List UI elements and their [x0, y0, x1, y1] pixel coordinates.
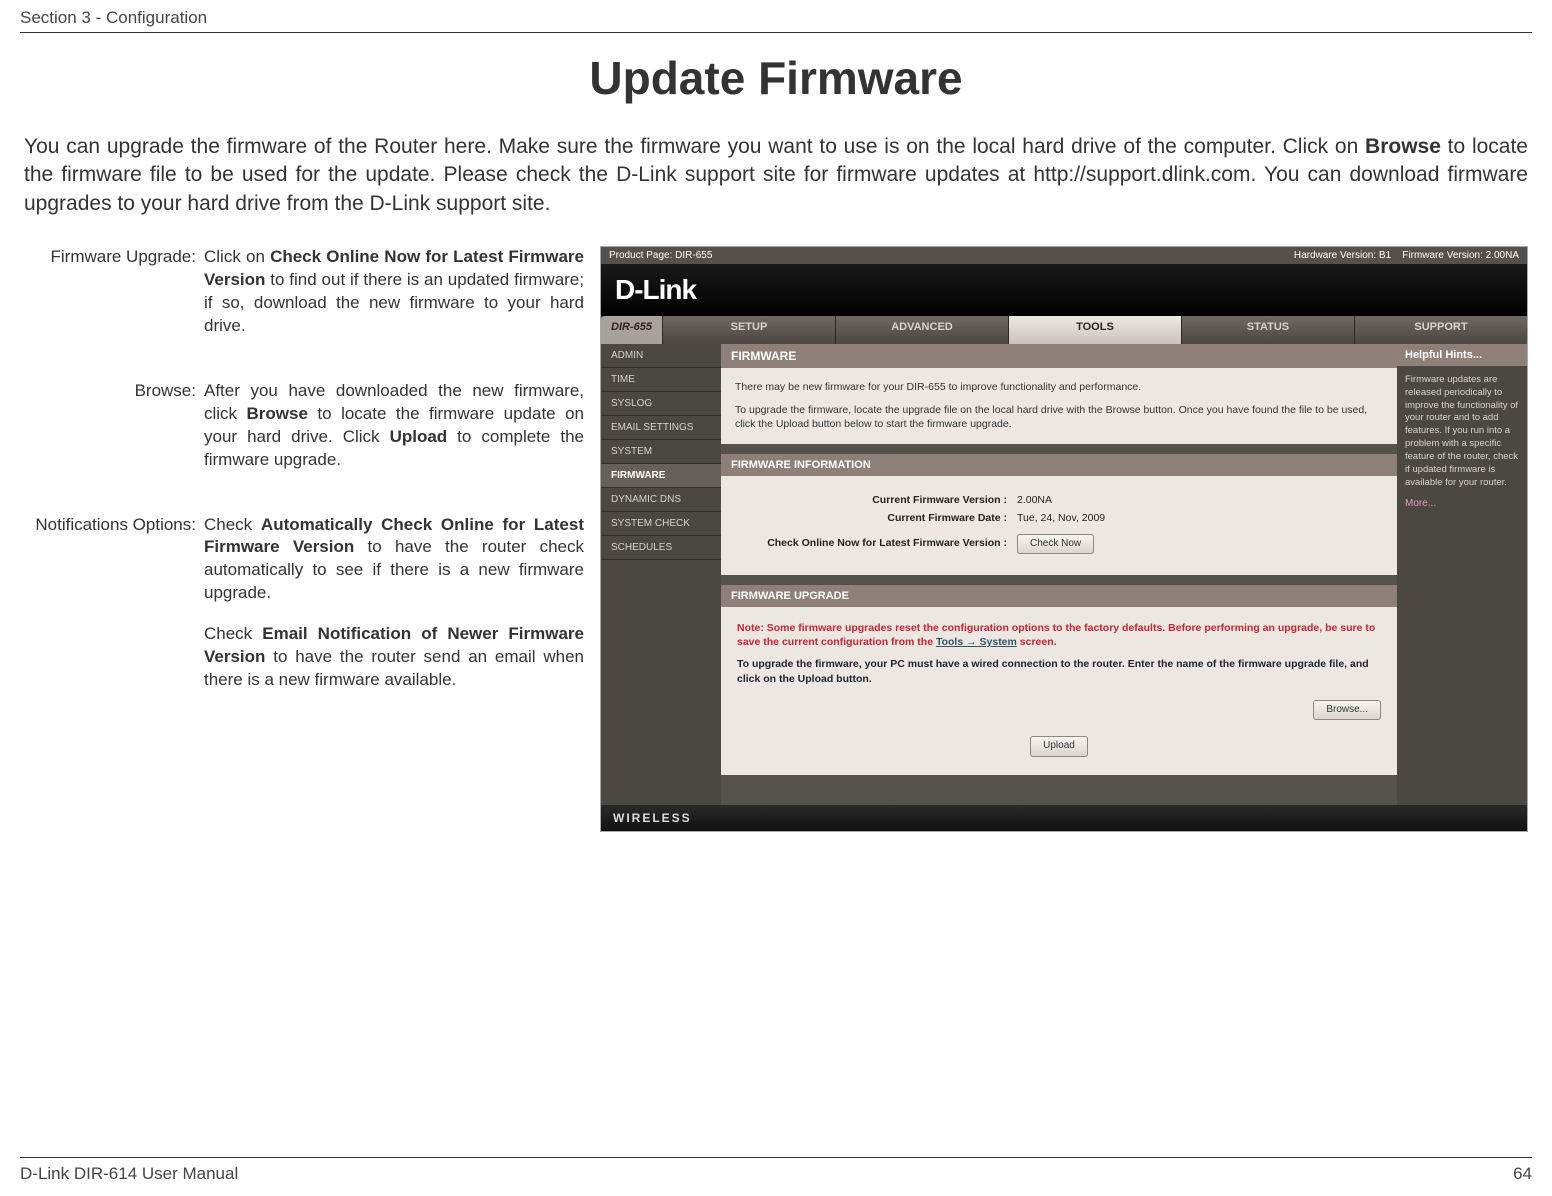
- ss-upgrade-note-2: To upgrade the firmware, your PC must ha…: [737, 657, 1381, 685]
- ss-btn-browse[interactable]: Browse...: [1313, 700, 1381, 721]
- ss-info-v2: Tue, 24, Nov, 2009: [1017, 511, 1105, 526]
- ss-side-syscheck[interactable]: SYSTEM CHECK: [601, 512, 721, 536]
- ss-info-v1: 2.00NA: [1017, 493, 1052, 508]
- body-browse: After you have downloaded the new firmwa…: [204, 380, 584, 490]
- ss-side-syslog[interactable]: SYSLOG: [601, 392, 721, 416]
- ss-tab-tools[interactable]: TOOLS: [1008, 316, 1181, 344]
- ss-hints-more[interactable]: More...: [1405, 497, 1436, 511]
- ss-side-email[interactable]: EMAIL SETTINGS: [601, 416, 721, 440]
- footer-rule: [20, 1157, 1532, 1158]
- ss-fw-version: Firmware Version: 2.00NA: [1402, 250, 1519, 261]
- intro-text-1: You can upgrade the firmware of the Rout…: [24, 135, 1365, 158]
- ss-sidebar: ADMIN TIME SYSLOG EMAIL SETTINGS SYSTEM …: [601, 344, 721, 805]
- ss-panel-title-firmware: FIRMWARE: [721, 344, 1397, 368]
- ss-tab-advanced[interactable]: ADVANCED: [835, 316, 1008, 344]
- label-browse: Browse:: [24, 380, 204, 490]
- ss-tab-setup[interactable]: SETUP: [662, 316, 835, 344]
- definitions-column: Firmware Upgrade: Click on Check Online …: [24, 246, 584, 832]
- page-footer: D-Link DIR-614 User Manual 64: [20, 1157, 1532, 1184]
- ss-panel-body-firmware: There may be new firmware for your DIR-6…: [721, 368, 1397, 444]
- ss-info-title: FIRMWARE INFORMATION: [721, 454, 1397, 476]
- bold-browse: Browse: [247, 404, 308, 423]
- page-title: Update Firmware: [20, 51, 1532, 105]
- ss-hw-version: Hardware Version: B1: [1294, 250, 1391, 261]
- bold-upload: Upload: [390, 427, 448, 446]
- ss-product-page: Product Page: DIR-655: [609, 250, 712, 261]
- dlink-logo: D-Link: [615, 274, 696, 305]
- ss-info-k2: Current Firmware Date :: [737, 511, 1017, 526]
- ss-upgrade-title: FIRMWARE UPGRADE: [721, 585, 1397, 607]
- ss-side-schedules[interactable]: SCHEDULES: [601, 536, 721, 560]
- ss-wireless-bar: WIRELESS: [601, 805, 1527, 831]
- ss-side-system[interactable]: SYSTEM: [601, 440, 721, 464]
- label-firmware-upgrade: Firmware Upgrade:: [24, 246, 204, 356]
- ss-hints-body: Firmware updates are released periodical…: [1405, 374, 1518, 488]
- txt: Click on: [204, 247, 270, 266]
- ss-tab-support[interactable]: SUPPORT: [1354, 316, 1527, 344]
- ss-topbar: Product Page: DIR-655 Hardware Version: …: [601, 247, 1527, 264]
- body-notifications: Check Automatically Check Online for Lat…: [204, 514, 584, 711]
- screenshot-column: Product Page: DIR-655 Hardware Version: …: [600, 246, 1528, 832]
- ss-btn-check-now[interactable]: Check Now: [1017, 534, 1094, 555]
- ss-upgrade-body: Note: Some firmware upgrades reset the c…: [721, 607, 1397, 775]
- intro-bold-browse: Browse: [1365, 135, 1441, 158]
- ss-hints: Helpful Hints... Firmware updates are re…: [1397, 344, 1527, 805]
- ss-link-tools-system[interactable]: Tools → System: [936, 636, 1017, 648]
- ss-hints-title: Helpful Hints...: [1397, 344, 1527, 366]
- header-rule: [20, 32, 1532, 33]
- router-screenshot: Product Page: DIR-655 Hardware Version: …: [600, 246, 1528, 832]
- label-notifications: Notifications Options:: [24, 514, 204, 711]
- ss-logo-bar: D-Link: [601, 264, 1527, 316]
- section-header: Section 3 - Configuration: [20, 0, 1532, 32]
- ss-side-ddns[interactable]: DYNAMIC DNS: [601, 488, 721, 512]
- ss-info-k1: Current Firmware Version :: [737, 493, 1017, 508]
- ss-side-time[interactable]: TIME: [601, 368, 721, 392]
- footer-manual-name: D-Link DIR-614 User Manual: [20, 1164, 238, 1184]
- footer-page-number: 64: [1513, 1164, 1532, 1184]
- ss-info-k3: Check Online Now for Latest Firmware Ver…: [737, 536, 1017, 551]
- body-firmware-upgrade: Click on Check Online Now for Latest Fir…: [204, 246, 584, 356]
- txt: Check: [204, 624, 262, 643]
- ss-info-body: Current Firmware Version : 2.00NA Curren…: [721, 476, 1397, 575]
- ss-side-admin[interactable]: ADMIN: [601, 344, 721, 368]
- ss-tab-status[interactable]: STATUS: [1181, 316, 1354, 344]
- ss-panel-text-1: There may be new firmware for your DIR-6…: [735, 380, 1383, 395]
- ss-upgrade-note-1: Note: Some firmware upgrades reset the c…: [737, 621, 1381, 649]
- intro-paragraph: You can upgrade the firmware of the Rout…: [24, 133, 1528, 218]
- ss-nav-row: DIR-655 SETUP ADVANCED TOOLS STATUS SUPP…: [601, 316, 1527, 344]
- ss-side-firmware[interactable]: FIRMWARE: [601, 464, 721, 488]
- ss-panel-text-2: To upgrade the firmware, locate the upgr…: [735, 403, 1383, 432]
- ss-btn-upload[interactable]: Upload: [1030, 736, 1088, 757]
- ss-main: FIRMWARE There may be new firmware for y…: [721, 344, 1397, 805]
- txt: screen.: [1017, 636, 1057, 648]
- ss-model-tab: DIR-655: [601, 316, 662, 344]
- txt: Check: [204, 515, 261, 534]
